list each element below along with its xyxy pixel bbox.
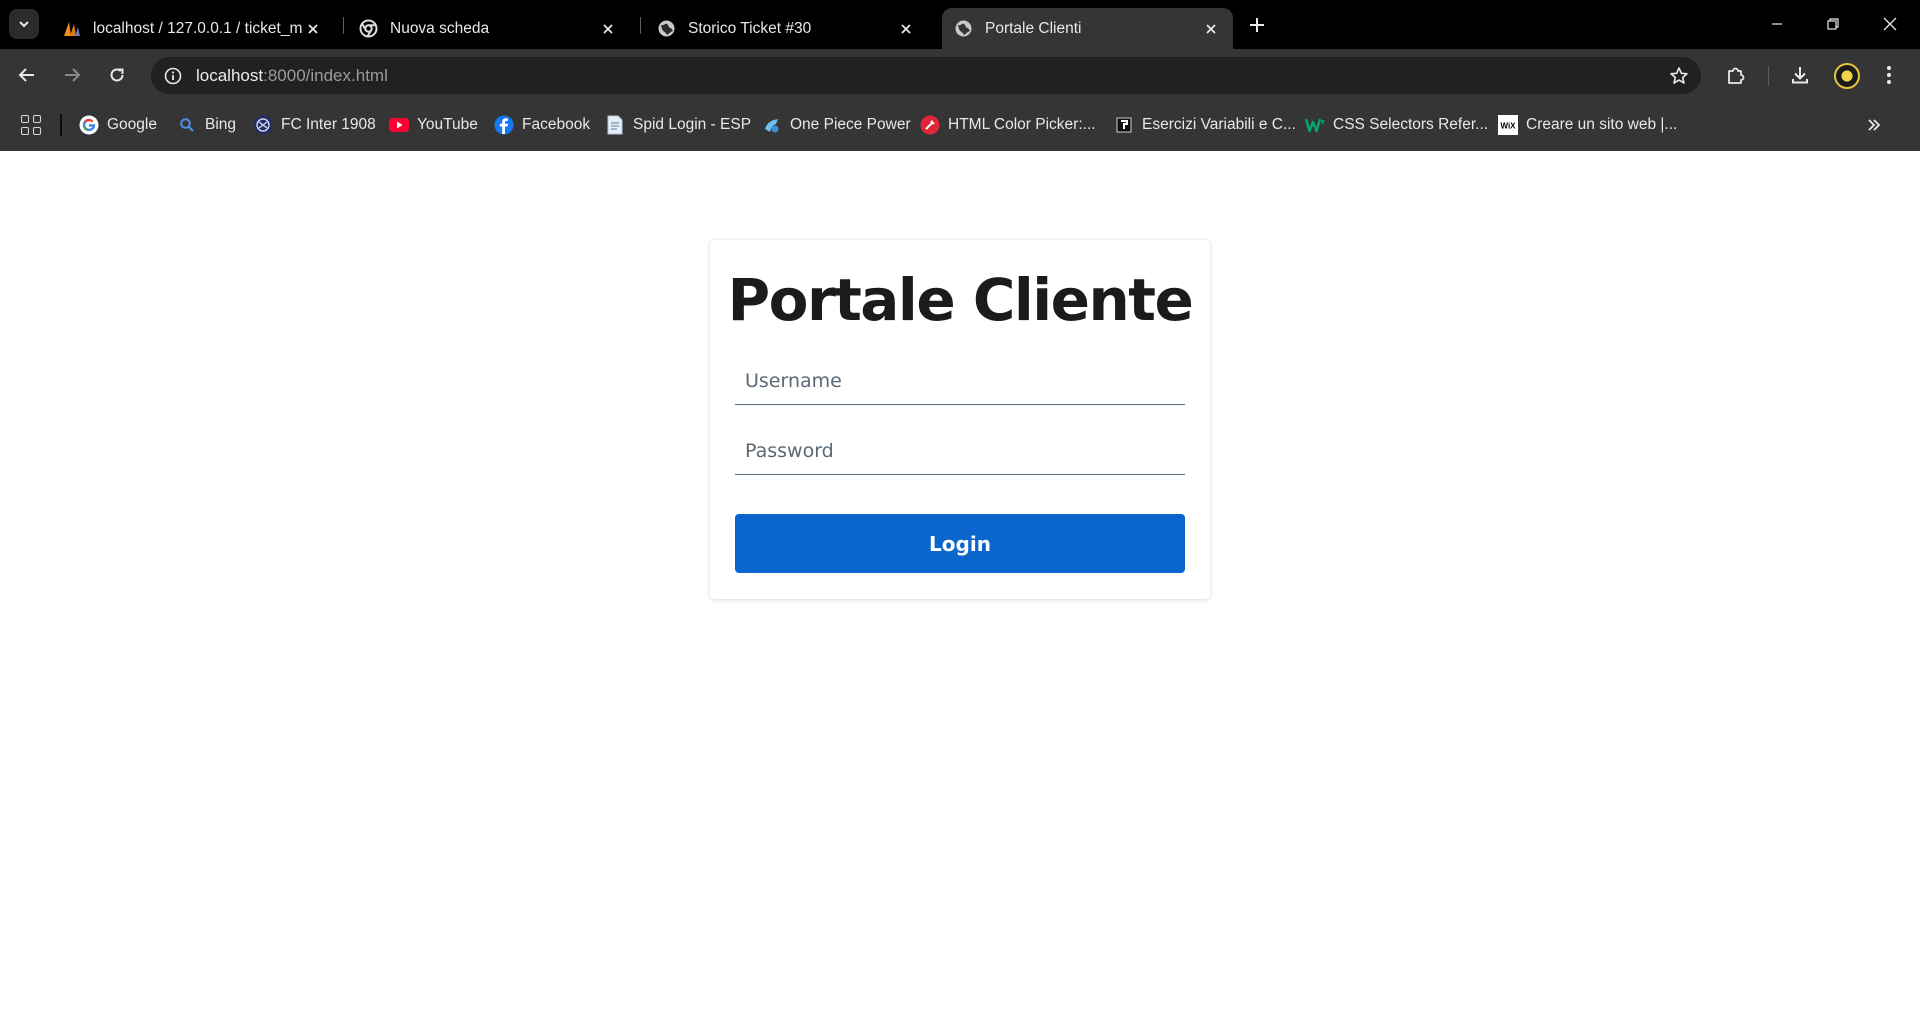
url-path: :8000/index.html xyxy=(263,66,388,85)
tab-divider xyxy=(640,17,641,34)
login-button[interactable]: Login xyxy=(735,514,1185,573)
bookmark-label: HTML Color Picker:... xyxy=(948,116,1096,133)
site-info-icon[interactable] xyxy=(161,64,185,88)
menu-button[interactable] xyxy=(1879,61,1899,89)
page-title: Portale Cliente xyxy=(727,266,1194,334)
bookmark-label: Spid Login - ESP xyxy=(633,116,752,133)
forward-button[interactable] xyxy=(59,62,85,88)
bookmark-label: Bing xyxy=(205,116,237,133)
phpmyadmin-sails-icon xyxy=(62,19,81,38)
bookmark-facebook[interactable]: Facebook xyxy=(494,113,590,137)
chrome-icon xyxy=(359,19,378,38)
tab-storico-ticket[interactable]: Storico Ticket #30 xyxy=(645,8,928,49)
globe-icon xyxy=(657,19,676,38)
tab-divider xyxy=(343,17,344,34)
back-button[interactable] xyxy=(14,62,40,88)
bookmark-fc-inter[interactable]: FC Inter 1908 xyxy=(253,113,376,137)
restore-icon xyxy=(1827,18,1839,30)
tab-nuova-scheda[interactable]: Nuova scheda xyxy=(347,8,630,49)
bookmark-youtube[interactable]: YouTube xyxy=(389,113,478,137)
close-icon xyxy=(1883,17,1897,31)
bookmark-label: Esercizi Variabili e C... xyxy=(1142,116,1296,133)
bookmarks-divider xyxy=(60,114,62,136)
bookmark-label: Facebook xyxy=(522,116,591,133)
page-viewport: Portale Cliente Login xyxy=(0,151,1920,1020)
color-picker-icon xyxy=(920,115,940,135)
url-host: localhost xyxy=(196,66,264,85)
facebook-icon xyxy=(494,115,514,135)
bookmark-label: Google xyxy=(107,116,157,133)
download-icon xyxy=(1792,67,1808,84)
youtube-icon xyxy=(389,115,409,135)
black-square-icon xyxy=(1114,115,1134,135)
browser-toolbar: localhost:8000/index.html xyxy=(0,49,1920,99)
restore-button[interactable] xyxy=(1821,12,1845,36)
bookmark-spid-login[interactable]: Spid Login - ESP xyxy=(605,113,751,137)
bookmark-label: YouTube xyxy=(417,116,478,133)
bookmark-label: CSS Selectors Refer... xyxy=(1333,116,1489,133)
bookmark-html-color-picker[interactable]: HTML Color Picker:... xyxy=(920,113,1096,137)
bookmark-one-piece-power[interactable]: One Piece Power xyxy=(762,113,911,137)
profile-avatar[interactable] xyxy=(1834,63,1860,89)
reload-button[interactable] xyxy=(104,62,130,88)
document-icon xyxy=(605,115,625,135)
tab-phpmyadmin[interactable]: localhost / 127.0.0.1 / ticket_ma xyxy=(50,8,335,49)
close-window-button[interactable] xyxy=(1878,12,1902,36)
bookmark-label: Creare un sito web |... xyxy=(1526,116,1678,133)
bookmarks-overflow-button[interactable] xyxy=(1862,113,1886,137)
bookmark-google[interactable]: Google xyxy=(79,113,157,137)
tab-portale-clienti[interactable]: Portale Clienti xyxy=(942,8,1233,49)
arrow-left-icon xyxy=(18,68,34,82)
double-chevron-right-icon xyxy=(1868,119,1881,131)
arrow-right-icon xyxy=(65,68,81,82)
svg-text:WiX: WiX xyxy=(1500,122,1516,131)
close-icon[interactable] xyxy=(598,19,618,39)
username-input[interactable] xyxy=(735,358,1185,405)
login-card: Portale Cliente Login xyxy=(710,240,1210,599)
one-piece-icon xyxy=(762,115,782,135)
google-icon xyxy=(79,115,99,135)
downloads-button[interactable] xyxy=(1786,61,1814,89)
address-bar[interactable]: localhost:8000/index.html xyxy=(151,57,1701,94)
w3schools-icon xyxy=(1305,115,1325,135)
reload-icon xyxy=(110,68,124,82)
bookmark-bing[interactable]: Bing xyxy=(177,113,236,137)
tab-search-button[interactable] xyxy=(9,9,39,39)
toolbar-divider xyxy=(1768,66,1769,86)
close-icon[interactable] xyxy=(303,19,323,39)
tab-title: Nuova scheda xyxy=(390,19,490,37)
new-tab-button[interactable] xyxy=(1245,13,1269,37)
extensions-button[interactable] xyxy=(1722,61,1750,89)
bookmark-star-icon[interactable] xyxy=(1667,64,1691,88)
inter-crest-icon xyxy=(253,115,273,135)
password-input[interactable] xyxy=(735,428,1185,475)
kebab-menu-icon xyxy=(1887,66,1891,84)
close-icon[interactable] xyxy=(1201,19,1221,39)
bookmark-label: FC Inter 1908 xyxy=(281,116,376,133)
bookmark-esercizi-variabili[interactable]: Esercizi Variabili e C... xyxy=(1114,113,1296,137)
tab-title: Storico Ticket #30 xyxy=(688,19,812,37)
bookmark-label: One Piece Power xyxy=(790,116,911,133)
tab-title: localhost / 127.0.0.1 / ticket_ma xyxy=(93,19,303,37)
puzzle-icon xyxy=(1728,67,1745,84)
bookmark-creare-sito-web[interactable]: WiX Creare un sito web |... xyxy=(1498,113,1677,137)
tab-title: Portale Clienti xyxy=(985,19,1082,37)
plus-icon xyxy=(1250,18,1264,32)
minimize-button[interactable] xyxy=(1765,12,1789,36)
url-text[interactable]: localhost:8000/index.html xyxy=(196,66,388,86)
chevron-down-icon xyxy=(19,21,29,28)
wix-icon: WiX xyxy=(1498,115,1518,135)
tab-strip: localhost / 127.0.0.1 / ticket_ma Nuova … xyxy=(0,0,1920,49)
minimize-icon xyxy=(1772,23,1782,25)
bookmark-css-selectors[interactable]: CSS Selectors Refer... xyxy=(1305,113,1488,137)
apps-grid-icon[interactable] xyxy=(21,115,41,135)
close-icon[interactable] xyxy=(896,19,916,39)
bing-search-icon xyxy=(177,115,197,135)
globe-icon xyxy=(954,19,973,38)
bookmarks-bar: Google Bing FC Inter 1908 YouTube Facebo… xyxy=(0,99,1920,151)
